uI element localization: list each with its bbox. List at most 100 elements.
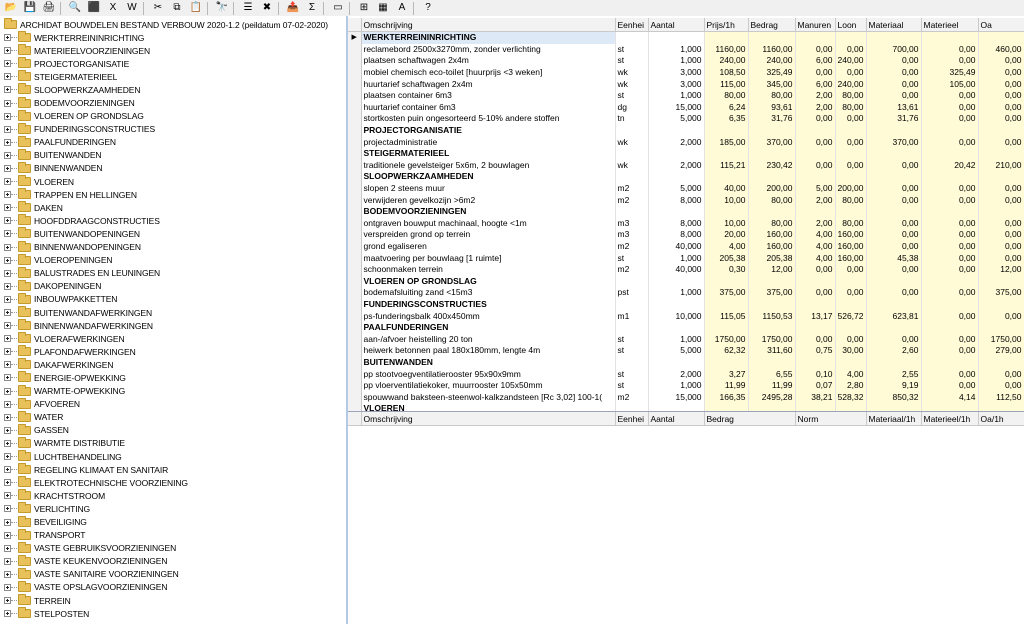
expand-icon[interactable] [4, 531, 11, 539]
cell-wage[interactable] [835, 356, 867, 369]
expand-icon[interactable] [4, 230, 11, 238]
cell-price[interactable]: 185,00 [704, 136, 749, 148]
cell-mat[interactable]: 2,60 [866, 345, 922, 357]
cell-price[interactable]: 6,35 [704, 113, 749, 125]
cell-oa[interactable] [978, 31, 1024, 44]
column-header[interactable]: Loon [835, 18, 867, 32]
table-row[interactable]: verspreiden grond op terrein m3 8,000 20,00… [348, 229, 1024, 241]
print-icon[interactable]: 🖨 [41, 1, 57, 15]
group-row[interactable]: PROJECTORGANISATIE [348, 124, 1024, 137]
expand-icon[interactable] [4, 374, 11, 382]
cell-wage[interactable]: 4,00 [835, 368, 867, 380]
table-row[interactable]: projectadministratie wk 2,000 185,00 370,00 0… [348, 136, 1024, 148]
cell-hours[interactable]: 0,00 [795, 159, 836, 172]
cell-hours[interactable] [795, 298, 836, 311]
expand-icon[interactable] [4, 544, 11, 552]
cell-unit[interactable]: tn [615, 113, 649, 125]
cell-hours[interactable]: 0,10 [795, 368, 836, 380]
table-row[interactable]: huurtarief schaftwagen 2x4m wk 3,000 115,00… [348, 78, 1024, 90]
cell-equip[interactable] [921, 275, 979, 288]
tree-node[interactable]: VASTE KEUKENVOORZIENINGEN [0, 554, 346, 568]
detail-column-header[interactable]: Aantal [648, 412, 705, 426]
cell-mat[interactable]: 0,00 [866, 333, 922, 346]
cell-amount[interactable]: 6,55 [748, 368, 796, 380]
cell-unit[interactable]: pst [615, 287, 649, 299]
cell-amount[interactable]: 375,00 [748, 287, 796, 299]
cell-oa[interactable] [978, 403, 1024, 411]
cell-amount[interactable] [748, 298, 796, 311]
cell-unit[interactable]: m2 [615, 194, 649, 206]
cell-equip[interactable]: 0,00 [921, 368, 979, 380]
tree-node[interactable]: TRANSPORT [0, 528, 346, 542]
cell-equip[interactable]: 0,00 [921, 345, 979, 357]
expand-icon[interactable] [4, 204, 11, 212]
cell-unit[interactable]: m3 [615, 229, 649, 241]
cell-desc[interactable]: grond egaliseren [361, 240, 616, 253]
cell-oa[interactable]: 0,00 [978, 89, 1024, 102]
group-row[interactable]: BODEMVOORZIENINGEN [348, 205, 1024, 218]
cell-price[interactable]: 166,35 [704, 391, 749, 403]
cell-price[interactable]: 115,05 [704, 310, 749, 322]
cell-qty[interactable] [648, 205, 705, 218]
cell-unit[interactable] [615, 124, 649, 137]
cell-desc[interactable]: huurtarief container 6m3 [361, 101, 616, 114]
cell-hours[interactable]: 13,17 [795, 310, 836, 322]
table-row[interactable]: plaatsen schaftwagen 2x4m st 1,000 240,00 24… [348, 55, 1024, 67]
table-row[interactable]: schoonmaken terrein m2 40,000 0,30 12,00 0,00… [348, 263, 1024, 276]
cell-oa[interactable]: 375,00 [978, 287, 1024, 299]
cell-price[interactable] [704, 356, 749, 369]
tree-node[interactable]: VASTE SANITAIRE VOORZIENINGEN [0, 567, 346, 581]
expand-icon[interactable] [4, 99, 11, 107]
cell-desc[interactable]: heiwerk betonnen paal 180x180mm, lengte … [361, 345, 616, 357]
cell-price[interactable]: 115,00 [704, 78, 749, 90]
tree-node[interactable]: VERLICHTING [0, 502, 346, 515]
cell-price[interactable] [704, 31, 749, 44]
cell-qty[interactable]: 5,000 [648, 113, 705, 125]
tree-node[interactable]: GASSEN [0, 423, 346, 437]
expand-icon[interactable] [4, 597, 11, 605]
detail-column-header[interactable]: Norm [795, 412, 867, 426]
cell-mat[interactable]: 0,00 [866, 263, 922, 276]
cell-wage[interactable]: 0,00 [835, 136, 867, 148]
cell-mat[interactable] [866, 275, 922, 288]
expand-icon[interactable] [4, 34, 11, 42]
cell-hours[interactable]: 2,00 [795, 194, 836, 206]
cell-qty[interactable]: 40,000 [648, 263, 705, 276]
cell-wage[interactable] [835, 147, 867, 160]
cell-desc[interactable]: PROJECTORGANISATIE [361, 124, 616, 137]
cell-equip[interactable]: 0,00 [921, 217, 979, 230]
cell-unit[interactable]: m2 [615, 263, 649, 276]
cell-price[interactable]: 108,50 [704, 66, 749, 79]
table-row[interactable]: slopen 2 steens muur m2 5,000 40,00 200,00 5,… [348, 182, 1024, 195]
cell-price[interactable]: 20,00 [704, 229, 749, 241]
expand-icon[interactable] [4, 387, 11, 395]
cell-unit[interactable]: wk [615, 66, 649, 79]
cell-unit[interactable]: st [615, 55, 649, 67]
cell-amount[interactable]: 11,99 [748, 379, 796, 392]
print-preview-icon[interactable]: 🔍 [67, 1, 83, 15]
table-row[interactable]: plaatsen container 6m3 st 1,000 80,00 80,00 2… [348, 89, 1024, 102]
expand-icon[interactable] [4, 86, 11, 94]
expand-icon[interactable] [4, 570, 11, 578]
table-row[interactable]: mobiel chemisch eco-toilet [huurprijs <3… [348, 66, 1024, 79]
table-row[interactable]: pp stootvoegventilatierooster 95x90x9mm s… [348, 368, 1024, 380]
cell-hours[interactable] [795, 205, 836, 218]
cell-equip[interactable]: 0,00 [921, 333, 979, 346]
cell-mat[interactable]: 13,61 [866, 101, 922, 114]
cell-oa[interactable]: 0,00 [978, 66, 1024, 79]
cell-oa[interactable]: 0,00 [978, 182, 1024, 195]
tree-node[interactable]: MATERIEELVOORZIENINGEN [0, 44, 346, 57]
cell-qty[interactable]: 5,000 [648, 182, 705, 195]
cell-wage[interactable] [835, 321, 867, 334]
cell-oa[interactable]: 12,00 [978, 263, 1024, 276]
cell-mat[interactable]: 31,76 [866, 113, 922, 125]
cell-price[interactable]: 205,38 [704, 252, 749, 264]
cell-mat[interactable]: 0,00 [866, 89, 922, 102]
filter-icon[interactable]: ▦ [375, 1, 391, 15]
table-row[interactable]: reclamebord 2500x3270mm, zonder verlicht… [348, 43, 1024, 56]
cell-hours[interactable]: 0,00 [795, 43, 836, 56]
cell-desc[interactable]: pp stootvoegventilatierooster 95x90x9mm [361, 368, 616, 380]
cell-desc[interactable]: aan-/afvoer heistelling 20 ton [361, 333, 616, 346]
cell-oa[interactable]: 0,00 [978, 136, 1024, 148]
cell-hours[interactable]: 4,00 [795, 252, 836, 264]
